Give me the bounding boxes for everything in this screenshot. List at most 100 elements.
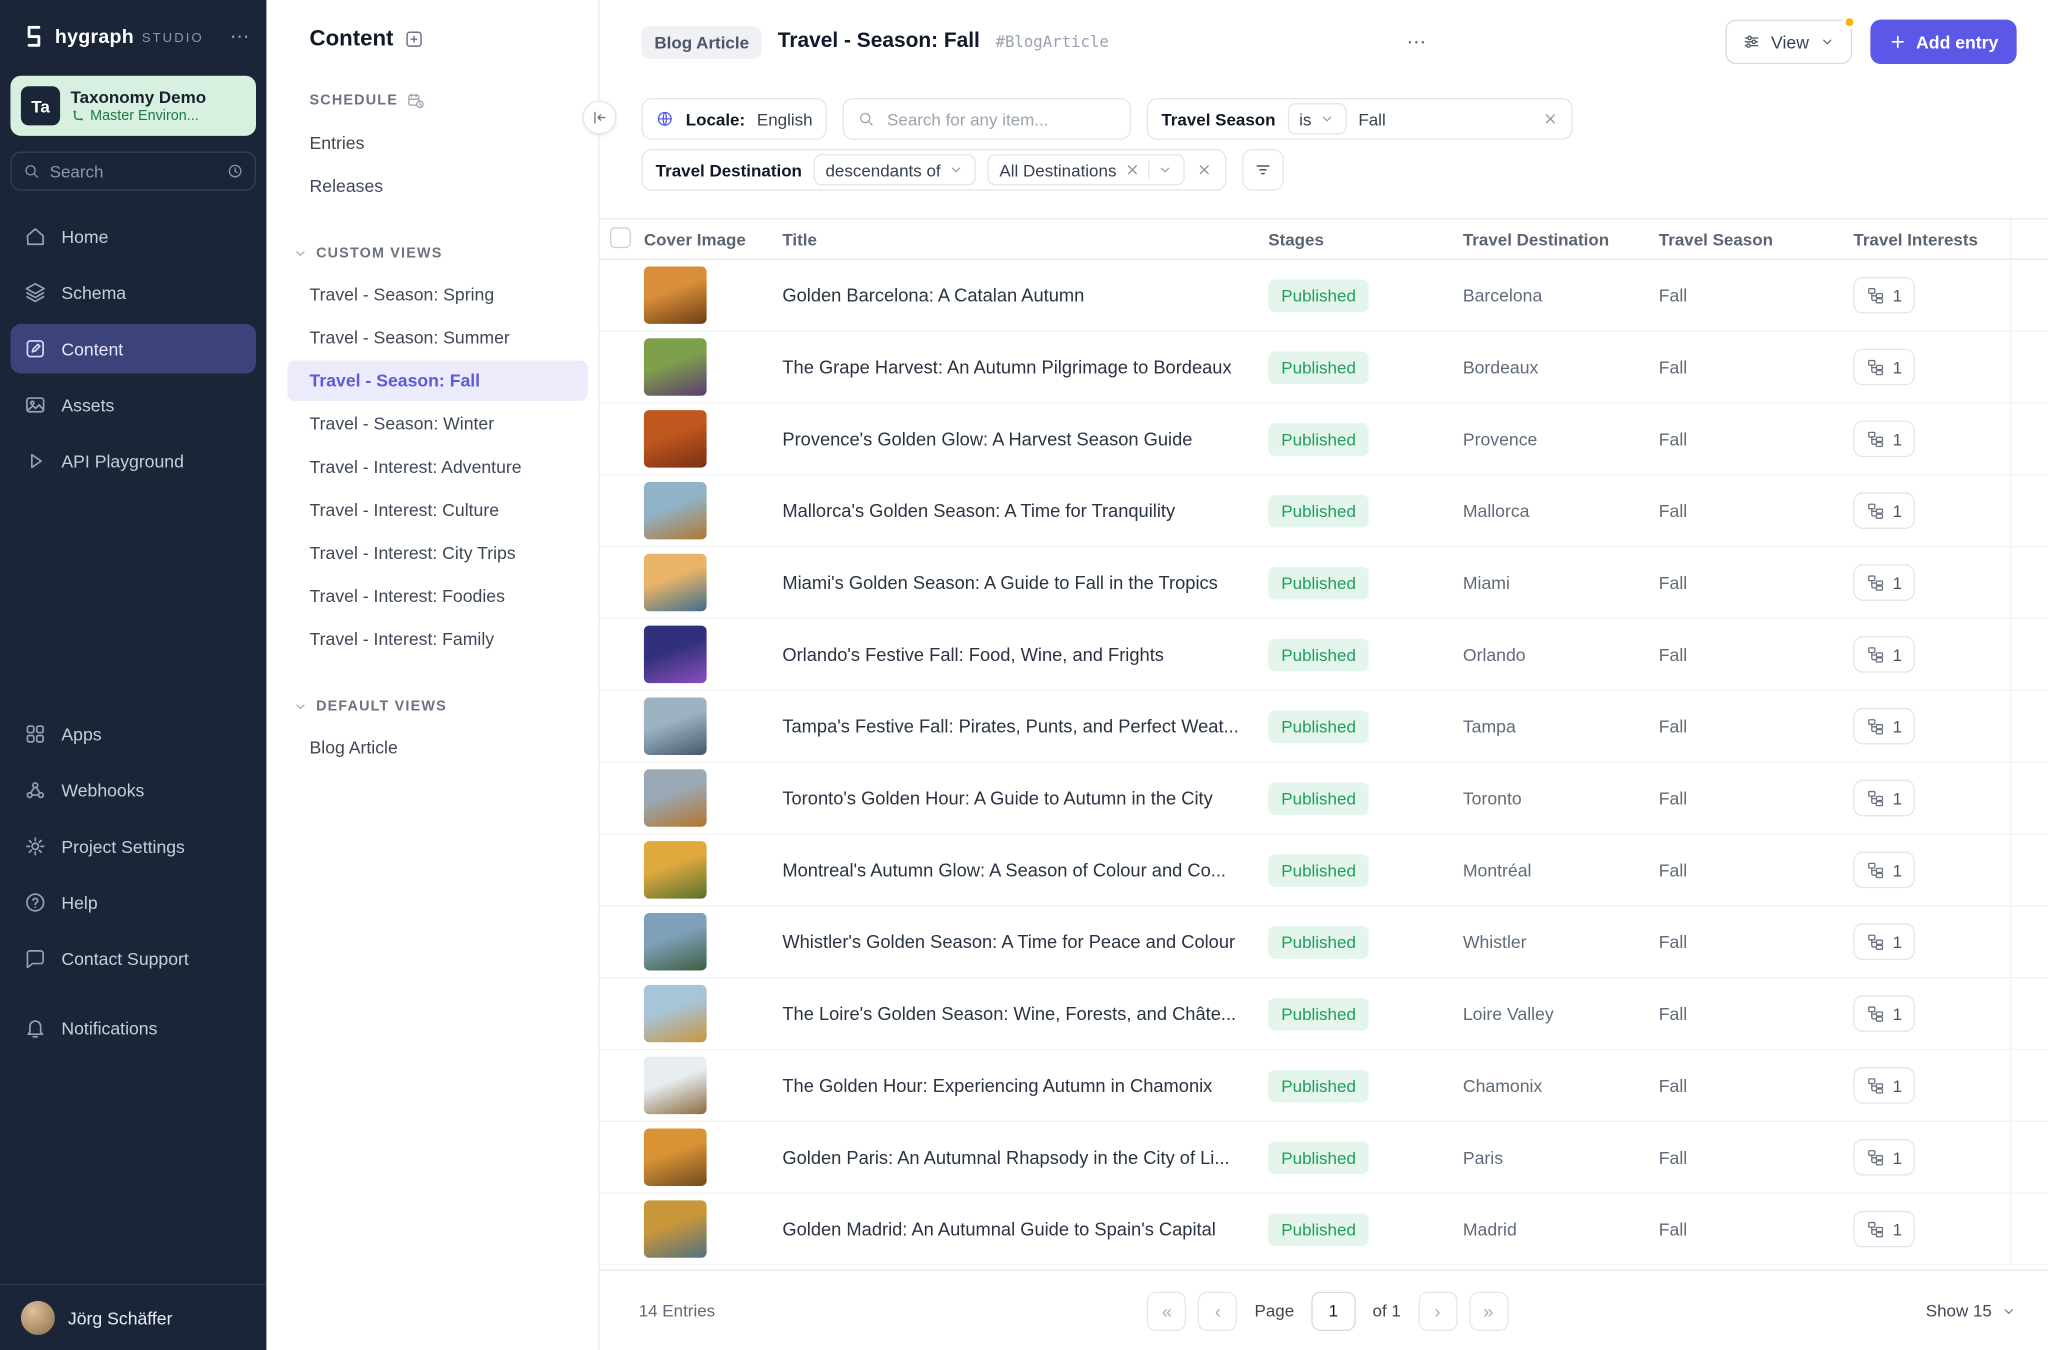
table-row[interactable]: The Golden Hour: Experiencing Autumn in … — [600, 1050, 2048, 1122]
destination-filter-chip[interactable]: Travel Destination descendants of All De… — [641, 149, 1226, 191]
view-item-blog-article[interactable]: Blog Article — [287, 728, 587, 768]
table-row[interactable]: Whistler's Golden Season: A Time for Pea… — [600, 906, 2048, 978]
table-row[interactable]: Orlando's Festive Fall: Food, Wine, and … — [600, 619, 2048, 691]
entry-season: Fall — [1659, 429, 1854, 449]
sidebar-item-content[interactable]: Content — [10, 324, 256, 374]
remove-season-filter-icon[interactable] — [1543, 111, 1559, 127]
table-row[interactable]: Provence's Golden Glow: A Harvest Season… — [600, 404, 2048, 476]
page-size-select[interactable]: Show 15 — [1926, 1301, 2017, 1321]
taxonomy-icon — [1866, 430, 1884, 448]
sidebar-item-notifications[interactable]: Notifications — [10, 1003, 256, 1053]
entries-count: 14 Entries — [639, 1301, 887, 1321]
view-button[interactable]: View — [1725, 20, 1852, 64]
avatar — [21, 1301, 55, 1335]
status-badge: Published — [1268, 423, 1369, 456]
travel-interests-count[interactable]: 1 — [1853, 277, 1915, 314]
view-item-travel-season-winter[interactable]: Travel - Season: Winter — [287, 404, 587, 444]
view-item-travel-interest-foodies[interactable]: Travel - Interest: Foodies — [287, 576, 587, 616]
travel-interests-count[interactable]: 1 — [1853, 636, 1915, 673]
default-views-section-label[interactable]: DEFAULT VIEWS — [287, 699, 587, 715]
new-view-icon[interactable] — [404, 29, 425, 50]
view-item-travel-interest-culture[interactable]: Travel - Interest: Culture — [287, 490, 587, 530]
table-row[interactable]: Montreal's Autumn Glow: A Season of Colo… — [600, 835, 2048, 907]
travel-interests-count[interactable]: 1 — [1853, 995, 1915, 1032]
remove-destination-filter-icon[interactable] — [1196, 162, 1212, 178]
sidebar-item-schema[interactable]: Schema — [10, 268, 256, 318]
destination-operator-dropdown[interactable]: descendants of — [814, 154, 976, 185]
workspace-switcher[interactable]: Ta Taxonomy Demo Master Environ... — [10, 76, 256, 136]
table-row[interactable]: The Loire's Golden Season: Wine, Forests… — [600, 978, 2048, 1050]
table-row[interactable]: Mallorca's Golden Season: A Time for Tra… — [600, 475, 2048, 547]
destination-value-dropdown[interactable]: All Destinations — [988, 154, 1185, 185]
travel-interests-count[interactable]: 1 — [1853, 923, 1915, 960]
travel-interests-count[interactable]: 1 — [1853, 1139, 1915, 1176]
history-icon[interactable] — [226, 162, 244, 180]
view-item-travel-season-fall[interactable]: Travel - Season: Fall — [287, 360, 587, 400]
locale-filter[interactable]: Locale: English — [641, 98, 827, 140]
sidebar-item-home[interactable]: Home — [10, 212, 256, 262]
sidebar-more-button[interactable]: ⋯ — [230, 25, 251, 49]
view-item-travel-interest-city-trips[interactable]: Travel - Interest: City Trips — [287, 533, 587, 573]
table-row[interactable]: Golden Paris: An Autumnal Rhapsody in th… — [600, 1122, 2048, 1194]
view-item-travel-interest-family[interactable]: Travel - Interest: Family — [287, 619, 587, 659]
sidebar-item-help[interactable]: Help — [10, 878, 256, 928]
travel-interests-count[interactable]: 1 — [1853, 564, 1915, 601]
taxonomy-icon — [1866, 717, 1884, 735]
table-row[interactable]: Golden Barcelona: A Catalan Autumn Publi… — [600, 260, 2048, 332]
sidebar-item-project-settings[interactable]: Project Settings — [10, 822, 256, 872]
table-row[interactable]: Toronto's Golden Hour: A Guide to Autumn… — [600, 763, 2048, 835]
collapse-panel-button[interactable] — [583, 101, 617, 135]
sidebar-item-api-playground[interactable]: API Playground — [10, 436, 256, 486]
custom-views-section-label[interactable]: CUSTOM VIEWS — [287, 246, 587, 262]
add-entry-button[interactable]: Add entry — [1870, 20, 2016, 64]
add-filter-button[interactable] — [1242, 149, 1284, 191]
last-page-button[interactable]: » — [1469, 1291, 1508, 1330]
cover-image — [644, 841, 707, 898]
view-item-travel-interest-adventure[interactable]: Travel - Interest: Adventure — [287, 447, 587, 487]
column-header-title[interactable]: Title — [782, 229, 1268, 249]
sidebar-item-apps[interactable]: Apps — [10, 709, 256, 759]
table-row[interactable]: Golden Madrid: An Autumnal Guide to Spai… — [600, 1194, 2048, 1266]
travel-interests-count[interactable]: 1 — [1853, 708, 1915, 745]
first-page-button[interactable]: « — [1147, 1291, 1186, 1330]
table-row[interactable]: Miami's Golden Season: A Guide to Fall i… — [600, 547, 2048, 619]
travel-interests-count[interactable]: 1 — [1853, 1067, 1915, 1104]
entry-destination: Mallorca — [1463, 501, 1659, 521]
travel-interests-count[interactable]: 1 — [1853, 349, 1915, 386]
user-menu[interactable]: Jörg Schäffer — [0, 1284, 266, 1350]
column-header-travel-interests[interactable]: Travel Interests — [1853, 229, 2010, 249]
sidebar-item-assets[interactable]: Assets — [10, 380, 256, 430]
view-more-button[interactable]: ⋯ — [1407, 30, 1428, 54]
prev-page-button[interactable]: ‹ — [1198, 1291, 1237, 1330]
column-header-travel-season[interactable]: Travel Season — [1659, 229, 1854, 249]
sidebar-item-webhooks[interactable]: Webhooks — [10, 765, 256, 815]
season-operator-dropdown[interactable]: is — [1287, 103, 1346, 134]
travel-interests-count[interactable]: 1 — [1853, 421, 1915, 458]
column-header-cover-image[interactable]: Cover Image — [644, 229, 782, 249]
schedule-item-releases[interactable]: Releases — [287, 166, 587, 206]
table-row[interactable]: Tampa's Festive Fall: Pirates, Punts, an… — [600, 691, 2048, 763]
view-item-travel-season-spring[interactable]: Travel - Season: Spring — [287, 274, 587, 314]
search-input[interactable] — [887, 109, 1117, 129]
next-page-button[interactable]: › — [1418, 1291, 1457, 1330]
sidebar-item-contact-support[interactable]: Contact Support — [10, 934, 256, 984]
travel-interests-count[interactable]: 1 — [1853, 1211, 1915, 1248]
sidebar-search[interactable]: Search — [10, 152, 256, 191]
search-box[interactable] — [843, 98, 1132, 140]
season-filter-chip[interactable]: Travel Season is Fall — [1147, 98, 1573, 140]
column-header-travel-destination[interactable]: Travel Destination — [1463, 229, 1659, 249]
view-item-travel-season-summer[interactable]: Travel - Season: Summer — [287, 317, 587, 357]
status-badge: Published — [1268, 997, 1369, 1030]
select-all-checkbox[interactable] — [610, 227, 631, 248]
column-header-stages[interactable]: Stages — [1268, 229, 1463, 249]
page-number-input[interactable] — [1311, 1291, 1355, 1330]
travel-interests-count[interactable]: 1 — [1853, 780, 1915, 817]
entry-season: Fall — [1659, 645, 1854, 665]
status-badge: Published — [1268, 1213, 1369, 1246]
schedule-item-entries[interactable]: Entries — [287, 123, 587, 163]
table-row[interactable]: The Grape Harvest: An Autumn Pilgrimage … — [600, 332, 2048, 404]
clear-destination-value-icon[interactable] — [1124, 162, 1140, 178]
entry-title: Golden Barcelona: A Catalan Autumn — [782, 285, 1268, 306]
travel-interests-count[interactable]: 1 — [1853, 852, 1915, 889]
travel-interests-count[interactable]: 1 — [1853, 492, 1915, 529]
